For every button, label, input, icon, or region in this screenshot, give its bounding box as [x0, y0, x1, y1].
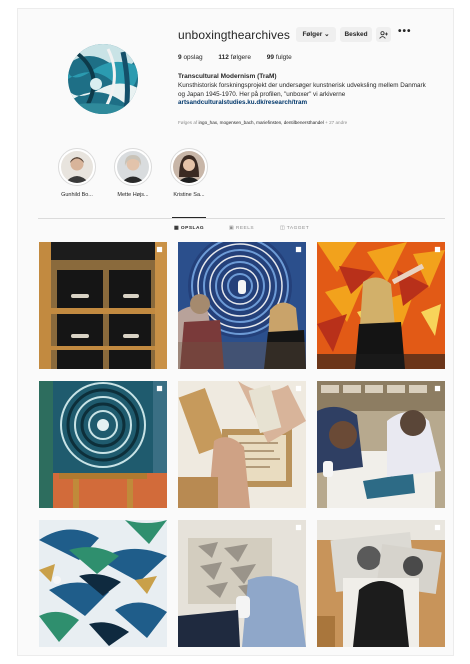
profile-full-name: Transcultural Modernism (TraM)	[178, 73, 277, 80]
reels-icon: ▣	[229, 226, 235, 231]
highlight-avatar	[170, 148, 208, 186]
followed-by[interactable]: Følges af ingo_hax, mogensen_bach, marie…	[178, 120, 347, 125]
posts-stat: 9 opslag	[178, 54, 203, 61]
highlight-label: Kristine Sa...	[173, 192, 205, 198]
highlight-mette[interactable]: Mette Højs...	[108, 148, 158, 198]
followed-suffix: + 27 andre	[325, 120, 348, 125]
carousel-icon	[156, 385, 163, 392]
bio-text: Kunsthistorisk forskningsprojekt der und…	[178, 82, 426, 98]
tab-label: REELS	[235, 226, 255, 231]
highlight-label: Mette Højs...	[117, 192, 149, 198]
highlight-avatar	[58, 148, 96, 186]
following-count: 99	[266, 54, 274, 61]
tabs-divider	[38, 218, 445, 219]
tab-tagged[interactable]: ◫ TAGGET	[280, 226, 309, 231]
following-button[interactable]: Følger ⌄	[296, 27, 336, 42]
active-tab-indicator	[172, 217, 206, 218]
carousel-icon	[295, 246, 302, 253]
carousel-icon	[434, 524, 441, 531]
profile-avatar[interactable]	[68, 44, 138, 114]
carousel-icon	[434, 385, 441, 392]
followers-count: 112	[218, 54, 229, 61]
profile-username: unboxingthearchives	[178, 28, 290, 42]
following-stat[interactable]: 99 fulgte	[267, 54, 292, 61]
following-label: fulgte	[275, 54, 292, 61]
post-workshop-table[interactable]	[317, 381, 445, 508]
post-orange-painting[interactable]	[317, 242, 445, 369]
post-teal-painting-easel[interactable]	[39, 381, 167, 508]
post-fragments-handling[interactable]	[178, 520, 306, 647]
more-options-icon[interactable]: •••	[398, 26, 412, 37]
followed-names: ingo_hax, mogensen_bach, mariefinsten, d…	[198, 120, 324, 125]
post-painting-inspection[interactable]	[178, 242, 306, 369]
profile-stats: 9 opslag 112 følgere 99 fulgte	[178, 54, 306, 61]
post-photographs-archive[interactable]	[317, 520, 445, 647]
add-user-button[interactable]	[376, 27, 391, 42]
followed-prefix: Følges af	[178, 120, 198, 125]
tab-label: TAGGET	[286, 226, 310, 231]
posts-label: opslag	[183, 54, 203, 61]
carousel-icon	[295, 524, 302, 531]
highlight-label: Gunhild Bo...	[61, 192, 93, 198]
tab-posts[interactable]: ▦ OPSLAG	[174, 226, 204, 231]
carousel-icon	[434, 246, 441, 253]
post-abstract-blue-painting[interactable]	[39, 520, 167, 647]
followers-label: følgere	[230, 54, 251, 61]
message-button[interactable]: Besked	[340, 27, 372, 42]
carousel-icon	[156, 246, 163, 253]
followers-stat[interactable]: 112 følgere	[218, 54, 251, 61]
grid-icon: ▦	[174, 226, 180, 231]
post-archive-boxes[interactable]	[39, 242, 167, 369]
tagged-icon: ◫	[280, 226, 286, 231]
posts-count: 9	[178, 54, 182, 61]
highlight-avatar	[114, 148, 152, 186]
tab-label: OPSLAG	[180, 226, 205, 231]
post-letters-documents[interactable]	[178, 381, 306, 508]
tab-reels[interactable]: ▣ REELS	[229, 226, 254, 231]
highlight-kristine[interactable]: Kristine Sa...	[164, 148, 214, 198]
carousel-icon	[295, 385, 302, 392]
bio-link[interactable]: artsandculturalstudies.ku.dk/research/tr…	[178, 99, 307, 106]
highlight-gunhild[interactable]: Gunhild Bo...	[52, 148, 102, 198]
profile-bio: Kunsthistorisk forskningsprojekt der und…	[178, 82, 428, 108]
add-user-icon	[379, 30, 388, 39]
